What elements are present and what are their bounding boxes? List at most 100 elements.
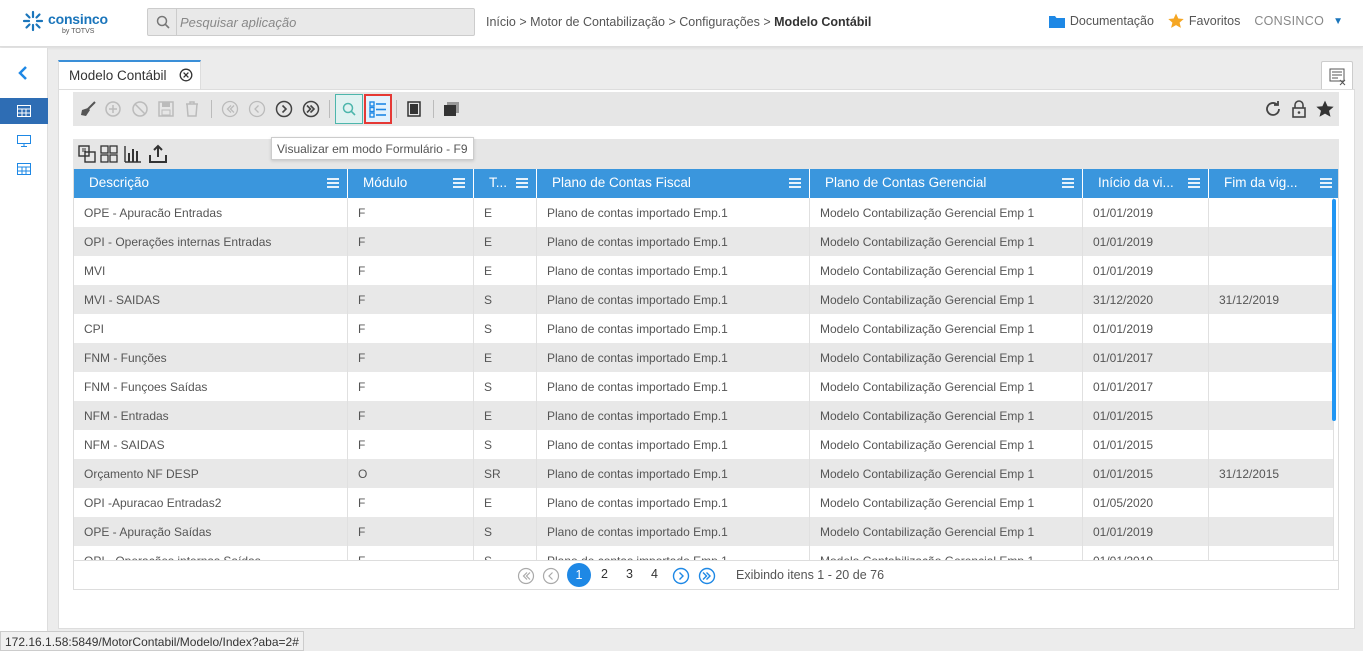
bar-chart-icon[interactable] — [123, 144, 143, 164]
clear-button[interactable] — [75, 92, 101, 126]
search-icon — [156, 15, 170, 29]
refresh-button[interactable] — [1260, 92, 1286, 126]
cell-descricao: Orçamento NF DESP — [74, 459, 348, 488]
cell-modulo: F — [348, 227, 474, 256]
table-row[interactable]: OPE - Apuração Saídas F S Plano de contas i… — [74, 517, 1334, 546]
cell-tipo: S — [474, 546, 537, 560]
lock-button[interactable] — [1286, 92, 1312, 126]
menu-icon[interactable] — [1062, 177, 1074, 189]
sidebar-item-monitor[interactable] — [0, 128, 48, 154]
window-list-button[interactable] — [1321, 61, 1353, 91]
menu-icon[interactable] — [327, 177, 339, 189]
table-row[interactable]: OPI -Apuracao Entradas2 F E Plano de contas… — [74, 488, 1334, 517]
next-page-icon[interactable] — [672, 567, 690, 585]
table-row[interactable]: Orçamento NF DESP O SR Plano de contas impo… — [74, 459, 1334, 488]
column-header-plano-gerencial[interactable]: Plano de Contas Gerencial — [810, 169, 1083, 198]
cell-modulo: F — [348, 372, 474, 401]
breadcrumb-home[interactable]: Início — [486, 15, 516, 29]
add-button[interactable] — [100, 92, 126, 126]
column-header-modulo[interactable]: Módulo — [348, 169, 474, 198]
first-record-button[interactable] — [217, 92, 243, 126]
previous-record-button[interactable] — [244, 92, 270, 126]
cell-plano-fiscal: Plano de contas importado Emp.1 — [537, 314, 810, 343]
column-header-fim-vigencia[interactable]: Fim da vig... — [1209, 169, 1338, 198]
page-link[interactable]: 3 — [626, 567, 633, 581]
table-row[interactable]: NFM - Entradas F E Plano de contas importad… — [74, 401, 1334, 430]
cascade-windows-button[interactable] — [439, 92, 465, 126]
column-chooser-icon[interactable] — [77, 144, 97, 164]
cell-modulo: F — [348, 546, 474, 560]
cell-plano-gerencial: Modelo Contabilização Gerencial Emp 1 — [810, 488, 1083, 517]
app-search — [147, 8, 475, 36]
form-mode-button[interactable] — [364, 94, 392, 124]
breadcrumb-section[interactable]: Motor de Contabilização — [530, 15, 665, 29]
menu-icon[interactable] — [516, 177, 528, 189]
single-view-button[interactable] — [401, 92, 427, 126]
previous-page-icon[interactable] — [542, 567, 560, 585]
last-record-button[interactable] — [298, 92, 324, 126]
delete-button[interactable] — [179, 92, 205, 126]
column-header-label: Início da vi... — [1098, 175, 1174, 190]
favorites-link[interactable]: Favoritos — [1168, 13, 1240, 29]
cell-plano-gerencial: Modelo Contabilização Gerencial Emp 1 — [810, 459, 1083, 488]
user-menu[interactable]: CONSINCO ▼ — [1254, 14, 1343, 28]
star-icon — [1316, 100, 1334, 117]
documentation-link[interactable]: Documentação — [1048, 14, 1154, 28]
chevron-left-circle-icon — [248, 100, 266, 118]
menu-icon[interactable] — [453, 177, 465, 189]
next-record-button[interactable] — [271, 92, 297, 126]
vertical-scrollbar[interactable] — [1332, 199, 1336, 421]
breadcrumb-subsection[interactable]: Configurações — [679, 15, 760, 29]
page-link[interactable]: 4 — [651, 567, 658, 581]
first-page-icon[interactable] — [517, 567, 535, 585]
cell-modulo: F — [348, 314, 474, 343]
save-button[interactable] — [153, 92, 179, 126]
menu-icon[interactable] — [1188, 177, 1200, 189]
cell-inicio-vigencia: 31/12/2020 — [1083, 285, 1209, 314]
logo[interactable]: consinco by TOTVS — [22, 8, 122, 40]
cell-descricao: OPI - Operações internas Entradas — [74, 227, 348, 256]
search-input[interactable] — [180, 12, 470, 32]
last-page-icon[interactable] — [698, 567, 716, 585]
page-current[interactable]: 1 — [567, 563, 591, 587]
cascade-icon — [444, 102, 459, 116]
table-row[interactable]: MVI - SAIDAS F S Plano de contas importado … — [74, 285, 1334, 314]
search-mode-button[interactable] — [335, 94, 363, 124]
favorite-button[interactable] — [1312, 92, 1338, 126]
table-row[interactable]: CPI F S Plano de contas importado Emp.1 Mode… — [74, 314, 1334, 343]
table-row[interactable]: MVI F E Plano de contas importado Emp.1 Mode… — [74, 256, 1334, 285]
sidebar-item-table[interactable] — [0, 98, 48, 124]
export-icon[interactable] — [148, 144, 168, 164]
pager: 1 2 3 4 Exibindo itens 1 - 20 de 76 — [73, 560, 1339, 590]
menu-icon[interactable] — [789, 177, 801, 189]
lock-icon — [1292, 100, 1306, 118]
column-header-tipo[interactable]: T... — [474, 169, 537, 198]
page-link[interactable]: 2 — [601, 567, 608, 581]
caret-down-icon: ▼ — [1333, 15, 1343, 27]
tab-modelo-contabil[interactable]: Modelo Contábil — [58, 60, 201, 90]
chevron-left-icon[interactable] — [14, 64, 32, 82]
table-row[interactable]: OPI - Operações internas Entradas F E Plano… — [74, 227, 1334, 256]
column-header-inicio-vigencia[interactable]: Início da vi... — [1083, 169, 1209, 198]
table-row[interactable]: NFM - SAIDAS F S Plano de contas importado … — [74, 430, 1334, 459]
column-header-descricao[interactable]: Descrição — [74, 169, 348, 198]
table-row[interactable]: FNM - Funçoes Saídas F S Plano de contas im… — [74, 372, 1334, 401]
table-row[interactable]: OPE - Apuracão Entradas F E Plano de contas… — [74, 198, 1334, 227]
toolbar — [73, 92, 1339, 126]
grid-layout-icon[interactable] — [99, 144, 119, 164]
close-tab-icon[interactable] — [179, 68, 193, 82]
cell-plano-fiscal: Plano de contas importado Emp.1 — [537, 198, 810, 227]
cell-plano-fiscal: Plano de contas importado Emp.1 — [537, 430, 810, 459]
column-header-plano-fiscal[interactable]: Plano de Contas Fiscal — [537, 169, 810, 198]
favorites-label: Favoritos — [1188, 14, 1241, 28]
cancel-button[interactable] — [127, 92, 153, 126]
top-right-menu: Documentação Favoritos CONSINCO ▼ — [1048, 13, 1343, 29]
menu-icon[interactable] — [1320, 177, 1332, 189]
sidebar-item-grid[interactable] — [0, 156, 48, 182]
table-row[interactable]: FNM - Funções F E Plano de contas importado… — [74, 343, 1334, 372]
magnifier-icon — [342, 102, 356, 116]
cell-tipo: S — [474, 517, 537, 546]
cell-tipo: SR — [474, 459, 537, 488]
table-row[interactable]: OPI - Operações internas SaídasFSPlano d… — [74, 546, 1334, 560]
breadcrumb-current: Modelo Contábil — [774, 15, 872, 29]
